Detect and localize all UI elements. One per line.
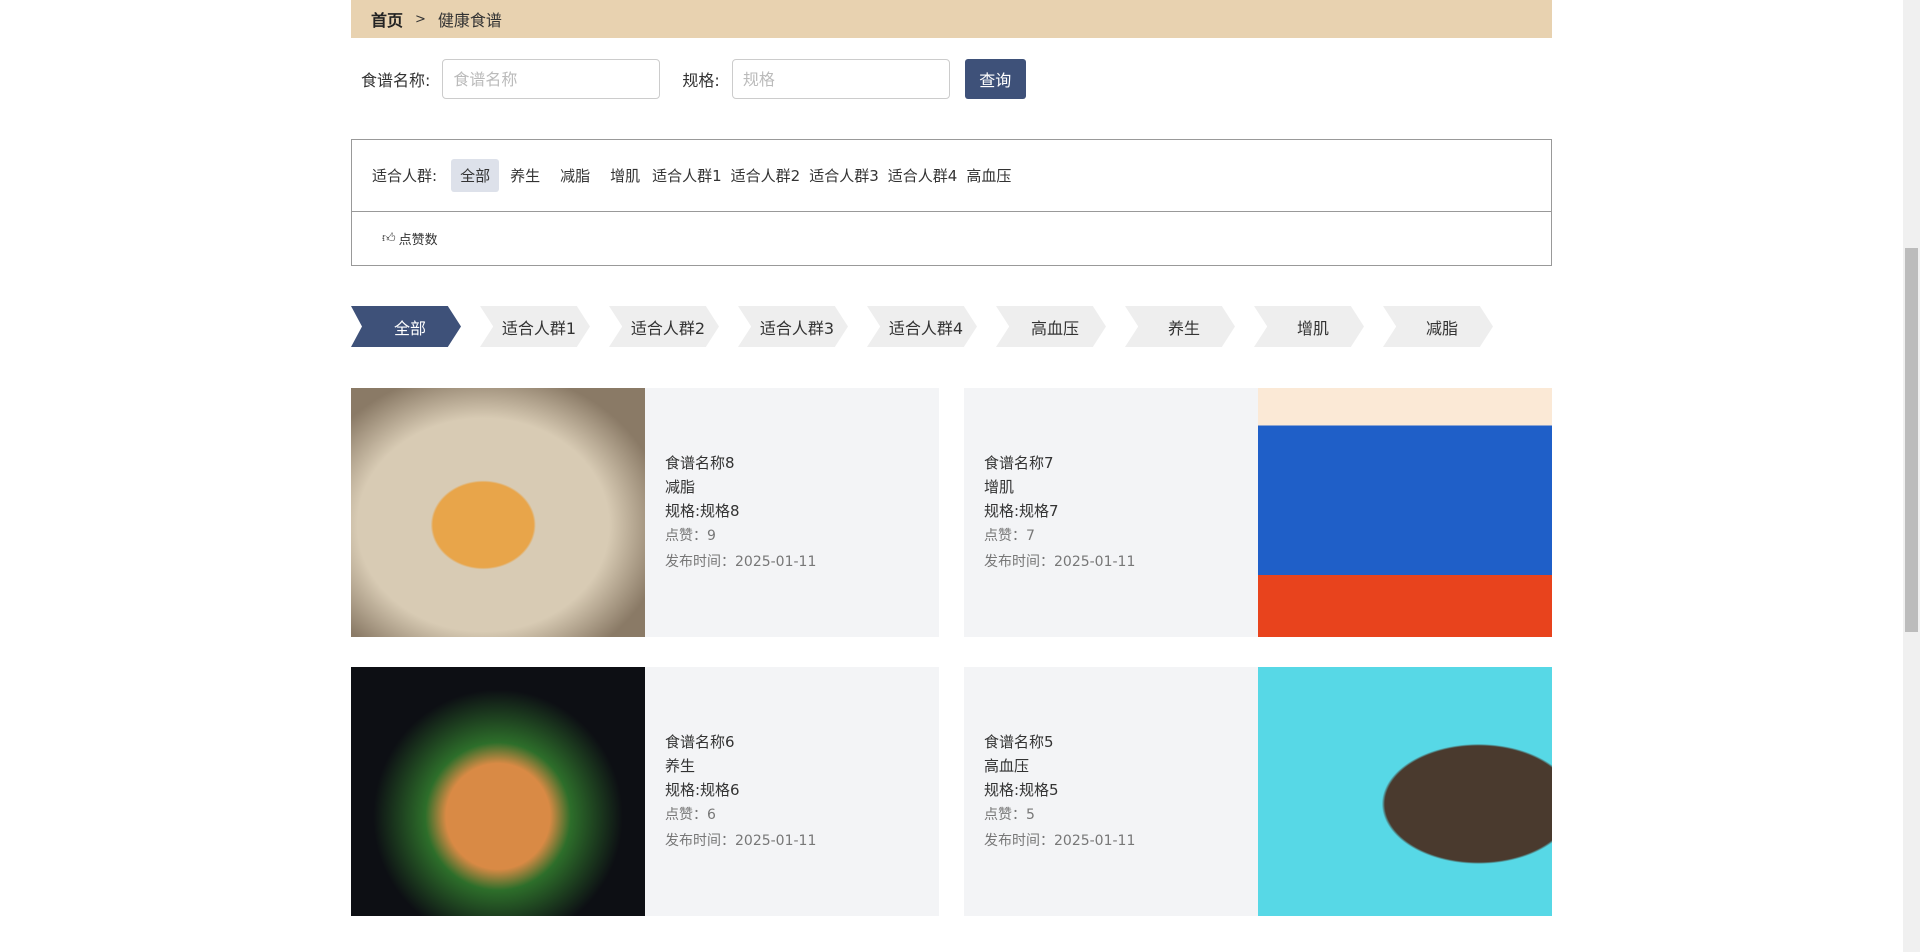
breadcrumb: 首页 > 健康食谱 xyxy=(351,0,1552,38)
recipe-group: 增肌 xyxy=(984,477,1015,496)
sort-likes[interactable]: 👍︎ 点赞数 xyxy=(352,212,1551,265)
breadcrumb-separator: > xyxy=(415,11,426,27)
recipe-spec: 规格:规格5 xyxy=(984,780,1059,799)
tab[interactable]: 高血压 xyxy=(996,306,1106,347)
tab[interactable]: 养生 xyxy=(1125,306,1235,347)
breadcrumb-home[interactable]: 首页 xyxy=(371,7,403,31)
scrollbar[interactable] xyxy=(1903,0,1920,952)
tab[interactable]: 适合人群3 xyxy=(738,306,848,347)
recipe-date: 发布时间：2025-01-11 xyxy=(984,832,1136,849)
sort-likes-label: 点赞数 xyxy=(398,233,438,248)
recipe-card[interactable]: 食谱名称7 增肌 规格:规格7 点赞：7 发布时间：2025-01-11 xyxy=(964,388,1552,637)
filter-panel: 适合人群: 全部 养生 减脂 增肌 适合人群1 适合人群2 适合人群3 适合人群… xyxy=(351,139,1552,266)
group-option[interactable]: 全部 xyxy=(451,159,500,192)
recipe-name: 食谱名称8 xyxy=(665,453,735,472)
recipe-card[interactable]: 食谱名称5 高血压 规格:规格5 点赞：5 发布时间：2025-01-11 xyxy=(964,667,1552,916)
tab-all[interactable]: 全部 xyxy=(351,306,461,347)
recipe-name: 食谱名称5 xyxy=(984,732,1054,751)
group-option[interactable]: 养生 xyxy=(501,159,549,192)
group-option[interactable]: 适合人群1 xyxy=(651,159,723,192)
recipe-likes: 点赞：6 xyxy=(665,806,716,823)
recipe-image[interactable] xyxy=(1258,388,1552,637)
group-filter-label: 适合人群: xyxy=(372,167,438,185)
thumbs-up-icon: 👍︎ xyxy=(382,231,396,246)
recipe-likes: 点赞：9 xyxy=(665,527,716,544)
name-input[interactable] xyxy=(442,59,661,99)
search-button[interactable]: 查询 xyxy=(964,59,1026,99)
group-option[interactable]: 高血压 xyxy=(965,159,1012,192)
recipe-likes: 点赞：7 xyxy=(984,527,1035,544)
search-bar: 食谱名称: 规格: 查询 xyxy=(351,59,1026,99)
group-option[interactable]: 减脂 xyxy=(551,159,599,192)
group-option[interactable]: 适合人群2 xyxy=(725,159,807,192)
recipe-date: 发布时间：2025-01-11 xyxy=(665,553,817,570)
recipe-group: 高血压 xyxy=(984,756,1030,775)
spec-label: 规格: xyxy=(682,71,720,90)
recipe-card[interactable]: 食谱名称8 减脂 规格:规格8 点赞：9 发布时间：2025-01-11 xyxy=(351,388,939,637)
recipe-date: 发布时间：2025-01-11 xyxy=(984,553,1136,570)
recipe-likes: 点赞：5 xyxy=(984,806,1035,823)
recipe-date: 发布时间：2025-01-11 xyxy=(665,832,817,849)
tab[interactable]: 减脂 xyxy=(1383,306,1493,347)
category-tabs: 全部 适合人群1 适合人群2 适合人群3 适合人群4 高血压 养生 增肌 减脂 xyxy=(351,306,1512,347)
recipe-image[interactable] xyxy=(351,388,645,637)
recipe-spec: 规格:规格8 xyxy=(665,501,740,520)
recipe-group: 养生 xyxy=(665,756,696,775)
group-option[interactable]: 适合人群3 xyxy=(808,159,880,192)
recipe-name: 食谱名称7 xyxy=(984,453,1054,472)
scrollbar-thumb[interactable] xyxy=(1905,248,1918,632)
group-option[interactable]: 增肌 xyxy=(601,159,649,192)
recipe-image[interactable] xyxy=(1258,667,1552,916)
recipe-spec: 规格:规格6 xyxy=(665,780,740,799)
group-option[interactable]: 适合人群4 xyxy=(882,159,964,192)
recipe-group: 减脂 xyxy=(665,477,696,496)
recipe-name: 食谱名称6 xyxy=(665,732,735,751)
tab[interactable]: 适合人群2 xyxy=(609,306,719,347)
tab[interactable]: 增肌 xyxy=(1254,306,1364,347)
name-label: 食谱名称: xyxy=(361,71,431,90)
recipe-image[interactable] xyxy=(351,667,645,916)
recipe-card[interactable]: 食谱名称6 养生 规格:规格6 点赞：6 发布时间：2025-01-11 xyxy=(351,667,939,916)
breadcrumb-current: 健康食谱 xyxy=(437,11,502,30)
tab[interactable]: 适合人群4 xyxy=(867,306,977,347)
main-container: 首页 > 健康食谱 食谱名称: 规格: 查询 适合人群: 全部 养生 减脂 增肌… xyxy=(351,0,1552,916)
spec-input[interactable] xyxy=(731,59,950,99)
recipe-spec: 规格:规格7 xyxy=(984,501,1059,520)
tab[interactable]: 适合人群1 xyxy=(480,306,590,347)
